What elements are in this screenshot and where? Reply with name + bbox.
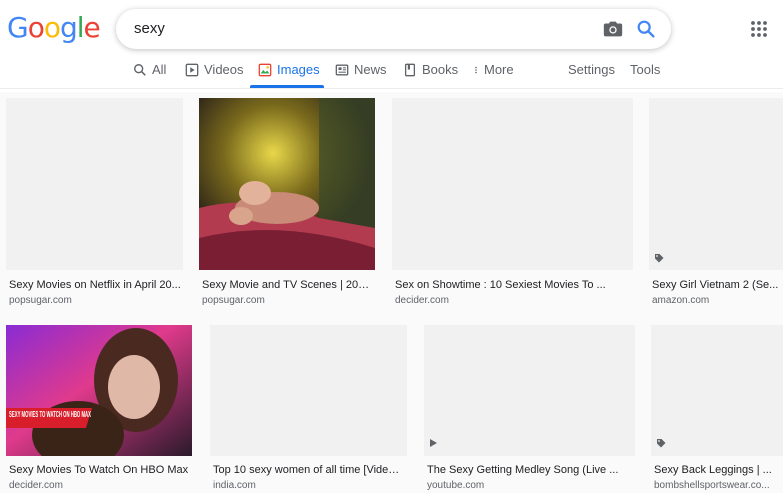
tab-images[interactable]: Images	[258, 62, 320, 77]
result-title[interactable]: The Sexy Getting Medley Song (Live ...	[427, 464, 633, 476]
logo-letter: l	[76, 11, 85, 44]
tab-label: Videos	[204, 62, 244, 77]
result-title[interactable]: Top 10 sexy women of all time [Video ...	[213, 464, 405, 476]
tab-label: Settings	[568, 62, 615, 77]
result-source: decider.com	[9, 480, 63, 491]
active-tab-indicator	[250, 85, 324, 88]
image-thumbnail[interactable]	[649, 98, 783, 270]
image-thumbnail[interactable]	[392, 98, 633, 270]
logo-letter: o	[27, 11, 45, 44]
tab-label: Images	[277, 62, 320, 77]
logo-letter: e	[83, 11, 101, 44]
search-box[interactable]: sexy	[116, 9, 671, 49]
search-icon	[134, 63, 146, 76]
play-icon	[430, 439, 437, 447]
image-thumbnail[interactable]	[210, 325, 407, 456]
result-title[interactable]: Sexy Movies To Watch On HBO Max	[9, 464, 191, 476]
result-title[interactable]: Sexy Girl Vietnam 2 (Se...	[652, 279, 780, 291]
result-source: decider.com	[395, 295, 449, 306]
tab-label: Tools	[630, 62, 661, 77]
image-thumbnail[interactable]	[199, 98, 375, 270]
image-thumbnail[interactable]	[424, 325, 635, 456]
google-logo[interactable]: Google	[7, 11, 101, 44]
search-input[interactable]: sexy	[134, 20, 165, 37]
result-title[interactable]: Sexy Movie and TV Scenes | 2019...	[202, 279, 374, 291]
result-source: popsugar.com	[202, 295, 265, 306]
tab-label: More	[484, 62, 514, 77]
result-title[interactable]: Sexy Movies on Netflix in April 20...	[9, 279, 181, 291]
tab-more[interactable]: More	[472, 62, 514, 77]
logo-letter: o	[43, 11, 61, 44]
video-icon	[185, 63, 199, 76]
image-thumbnail[interactable]: SEXY MOVIES TO WATCH ON HBO MAX	[6, 325, 192, 456]
tab-label: All	[152, 62, 167, 77]
tab-books[interactable]: Books	[403, 62, 458, 77]
tab-tools[interactable]: Tools	[630, 62, 660, 77]
tag-icon	[655, 254, 664, 263]
tab-videos[interactable]: Videos	[185, 62, 244, 77]
book-icon	[404, 63, 416, 76]
image-icon	[258, 63, 272, 76]
logo-letter: g	[59, 11, 78, 44]
result-source: bombshellsportswear.co...	[654, 480, 770, 491]
logo-letter: G	[7, 11, 29, 44]
more-vert-icon	[475, 66, 477, 73]
thumbnail-overlay-text: SEXY MOVIES TO WATCH ON HBO MAX	[9, 410, 91, 419]
news-icon	[335, 64, 349, 75]
tab-label: News	[354, 62, 387, 77]
tab-settings[interactable]: Settings	[568, 62, 615, 77]
camera-icon[interactable]	[602, 18, 624, 40]
tag-icon	[657, 439, 666, 448]
tab-all[interactable]: All	[133, 62, 166, 77]
image-thumbnail[interactable]	[6, 98, 183, 270]
apps-grid-icon[interactable]	[750, 20, 768, 38]
result-source: india.com	[213, 480, 256, 491]
search-tabs: All Videos Images News Books More Settin…	[0, 56, 783, 89]
image-thumbnail[interactable]	[651, 325, 783, 456]
tab-label: Books	[422, 62, 459, 77]
result-title[interactable]: Sex on Showtime : 10 Sexiest Movies To .…	[395, 279, 631, 291]
result-title[interactable]: Sexy Back Leggings | ...	[654, 464, 780, 476]
result-source: popsugar.com	[9, 295, 72, 306]
result-source: youtube.com	[427, 480, 485, 491]
search-icon[interactable]	[635, 18, 657, 40]
tab-news[interactable]: News	[335, 62, 387, 77]
result-source: amazon.com	[652, 295, 710, 306]
